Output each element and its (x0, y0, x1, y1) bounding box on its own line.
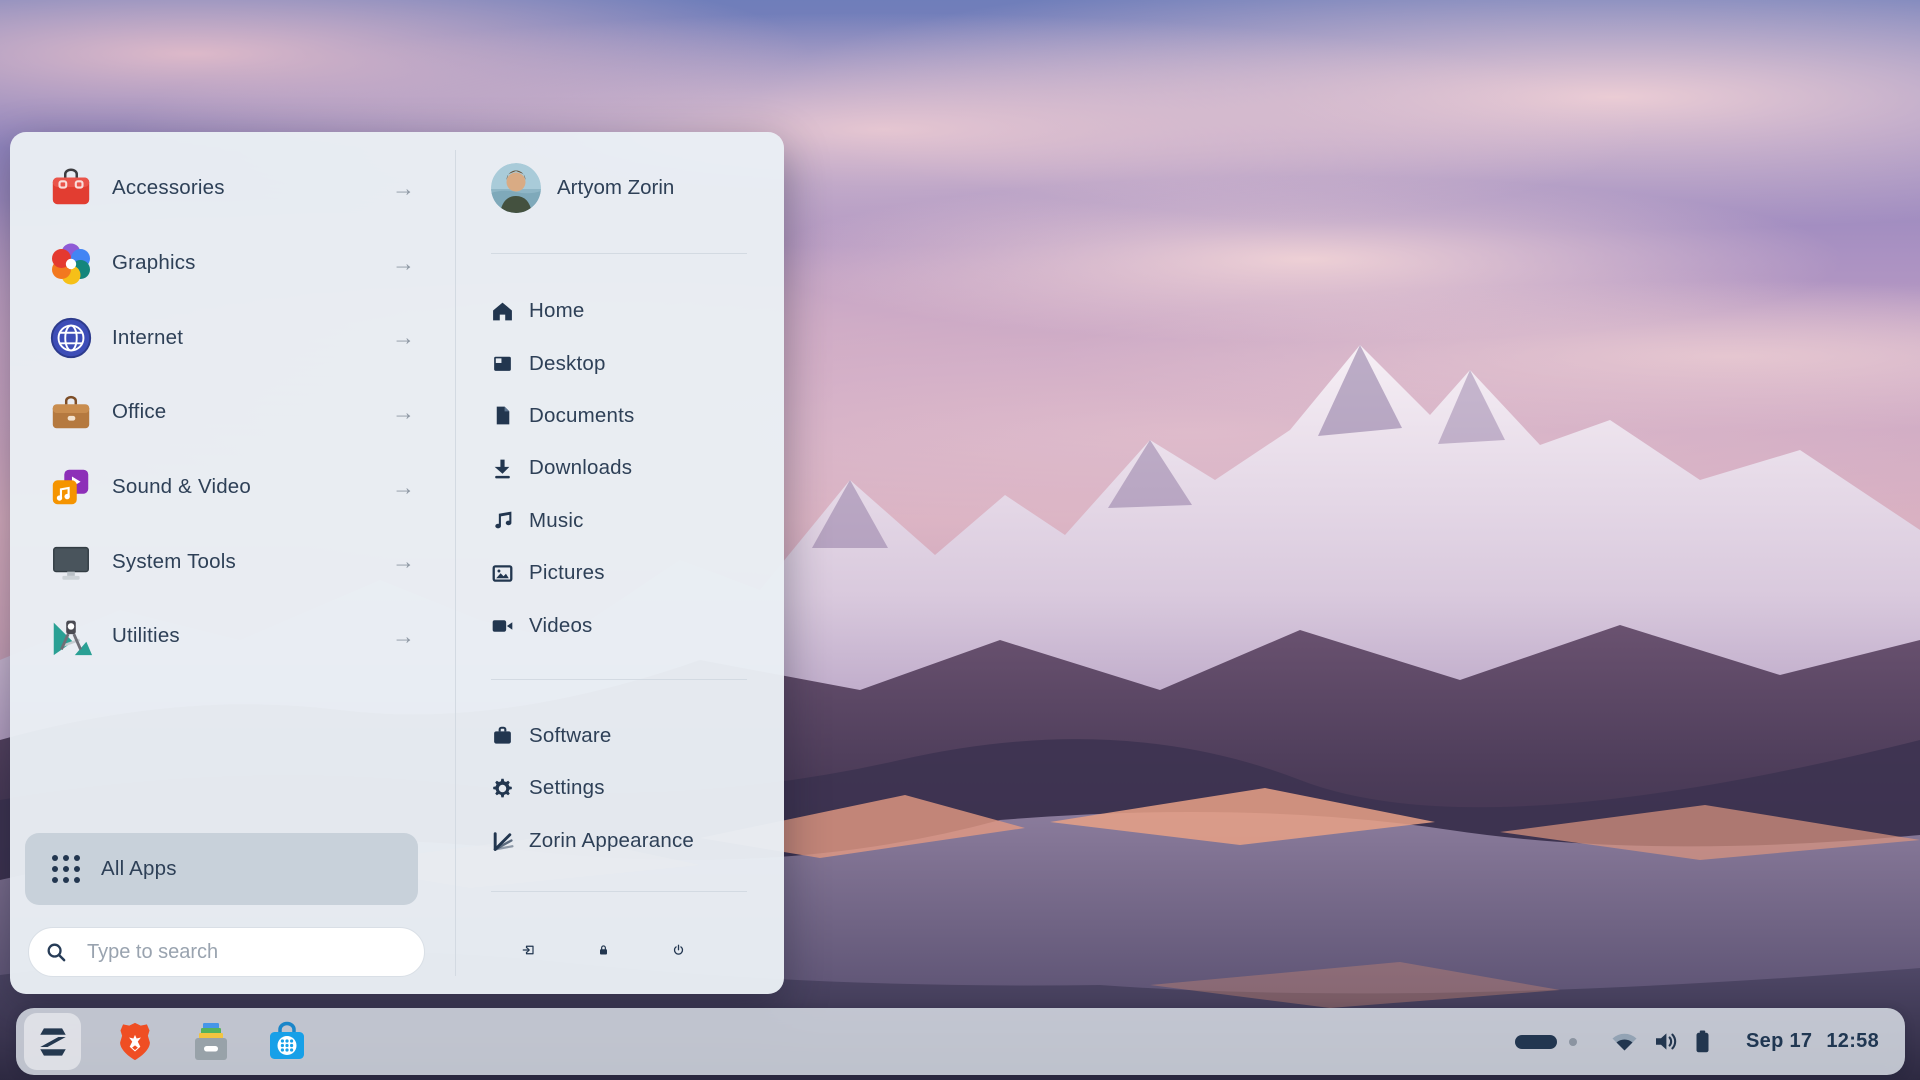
wifi-icon[interactable] (1611, 1031, 1638, 1052)
place-downloads[interactable]: Downloads (491, 442, 747, 494)
all-apps-button[interactable]: All Apps (25, 833, 418, 905)
power-icon[interactable] (672, 937, 685, 963)
place-home[interactable]: Home (491, 285, 747, 337)
app-menu-panel: Accessories → Graphics → Internet → (10, 132, 784, 994)
pictures-icon (491, 562, 514, 585)
divider (491, 679, 747, 680)
graphics-flower-icon (48, 240, 94, 286)
media-icon (48, 464, 94, 510)
place-label: Desktop (529, 352, 606, 376)
monitor-icon (48, 539, 94, 585)
place-pictures[interactable]: Pictures (491, 547, 747, 599)
settings-gear-icon (491, 777, 514, 800)
software-briefcase-icon (491, 724, 514, 747)
shortcut-label: Zorin Appearance (529, 829, 694, 853)
category-label: Internet (112, 326, 183, 350)
brave-browser-icon (114, 1020, 156, 1064)
category-list: Accessories → Graphics → Internet → (10, 151, 455, 674)
brave-browser-button[interactable] (113, 1020, 157, 1064)
zorin-logo-icon (33, 1022, 73, 1062)
indicator-dot[interactable] (1569, 1038, 1577, 1046)
submenu-arrow-icon: → (392, 177, 415, 200)
submenu-arrow-icon: → (392, 625, 415, 648)
shortcut-list: Software Settings Zorin Appearance (491, 710, 747, 867)
place-documents[interactable]: Documents (491, 390, 747, 442)
file-manager-button[interactable] (189, 1020, 233, 1064)
app-grid-icon (51, 854, 81, 884)
category-internet[interactable]: Internet → (10, 300, 455, 375)
submenu-arrow-icon: → (392, 401, 415, 424)
place-music[interactable]: Music (491, 495, 747, 547)
taskbar-time[interactable]: 12:58 (1826, 1030, 1879, 1053)
utilities-icon (48, 613, 94, 659)
submenu-arrow-icon: → (392, 476, 415, 499)
shortcut-label: Software (529, 724, 612, 748)
user-account-row[interactable]: Artyom Zorin (491, 163, 747, 213)
place-label: Pictures (529, 561, 605, 585)
zorin-appearance-icon (491, 829, 514, 852)
search-input[interactable] (85, 940, 389, 965)
places-list: Home Desktop Documents (491, 285, 747, 652)
shortcut-software[interactable]: Software (491, 710, 747, 762)
shortcut-label: Settings (529, 776, 605, 800)
place-desktop[interactable]: Desktop (491, 337, 747, 389)
download-icon (491, 457, 514, 480)
all-apps-label: All Apps (101, 857, 177, 881)
home-icon (491, 300, 514, 323)
place-videos[interactable]: Videos (491, 599, 747, 651)
videos-icon (491, 614, 514, 637)
place-label: Documents (529, 404, 634, 428)
shortcut-zorin-appearance[interactable]: Zorin Appearance (491, 815, 747, 867)
indicator-pill[interactable] (1515, 1035, 1557, 1049)
taskbar-pinned-apps (24, 1013, 309, 1070)
category-graphics[interactable]: Graphics → (10, 226, 455, 301)
category-utilities[interactable]: Utilities → (10, 599, 455, 674)
divider (491, 891, 747, 892)
divider (491, 253, 747, 254)
music-icon (491, 509, 514, 532)
place-label: Music (529, 509, 584, 533)
system-tray[interactable]: Sep 17 12:58 (1515, 1030, 1879, 1053)
submenu-arrow-icon: → (392, 252, 415, 275)
category-accessories[interactable]: Accessories → (10, 151, 455, 226)
category-label: Sound & Video (112, 475, 251, 499)
shortcut-settings[interactable]: Settings (491, 762, 747, 814)
category-label: Utilities (112, 624, 180, 648)
category-office[interactable]: Office → (10, 375, 455, 450)
avatar (491, 163, 541, 213)
software-store-icon (265, 1020, 309, 1064)
submenu-arrow-icon: → (392, 550, 415, 573)
category-sound-video[interactable]: Sound & Video → (10, 450, 455, 525)
document-icon (491, 404, 514, 427)
place-label: Downloads (529, 456, 632, 480)
volume-icon[interactable] (1654, 1031, 1679, 1052)
globe-icon (48, 315, 94, 361)
software-store-button[interactable] (265, 1020, 309, 1064)
file-manager-icon (189, 1020, 233, 1064)
category-label: Office (112, 400, 166, 424)
place-label: Home (529, 299, 584, 323)
taskbar-date[interactable]: Sep 17 (1746, 1030, 1812, 1053)
menu-right-column: Artyom Zorin Home Desktop (455, 132, 784, 994)
desktop-icon (491, 352, 514, 375)
taskbar: Sep 17 12:58 (16, 1008, 1905, 1075)
submenu-arrow-icon: → (392, 326, 415, 349)
user-name: Artyom Zorin (557, 176, 674, 200)
logout-icon[interactable] (522, 937, 535, 963)
toolbox-icon (48, 165, 94, 211)
place-label: Videos (529, 614, 593, 638)
category-label: Graphics (112, 251, 196, 275)
briefcase-icon (48, 389, 94, 435)
battery-icon[interactable] (1695, 1030, 1710, 1053)
search-bar[interactable] (28, 927, 425, 977)
search-icon (46, 942, 67, 963)
lock-icon[interactable] (597, 937, 610, 963)
session-buttons (491, 937, 747, 963)
category-label: System Tools (112, 550, 236, 574)
zorin-menu-button[interactable] (24, 1013, 81, 1070)
category-label: Accessories (112, 176, 225, 200)
category-system-tools[interactable]: System Tools → (10, 524, 455, 599)
